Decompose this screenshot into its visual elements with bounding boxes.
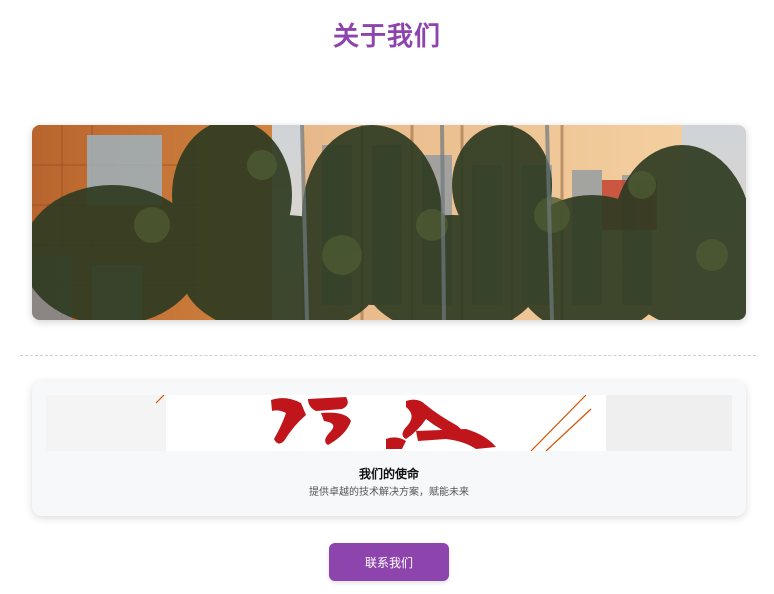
mission-banner-image — [46, 395, 732, 451]
contact-us-button[interactable]: 联系我们 — [329, 543, 449, 581]
section-divider — [20, 355, 756, 356]
mission-card: 我们的使命 提供卓越的技术解决方案，赋能未来 — [32, 381, 746, 516]
hero-image — [32, 125, 746, 320]
page-title: 关于我们 — [332, 22, 441, 52]
mission-title: 我们的使命 — [358, 467, 419, 481]
mission-subtitle: 提供卓越的技术解决方案，赋能未来 — [309, 487, 469, 498]
about-page: 关于我们 我们的使命 提供卓越的技术解决方案，赋能未来 联系我们 — [0, 0, 774, 594]
